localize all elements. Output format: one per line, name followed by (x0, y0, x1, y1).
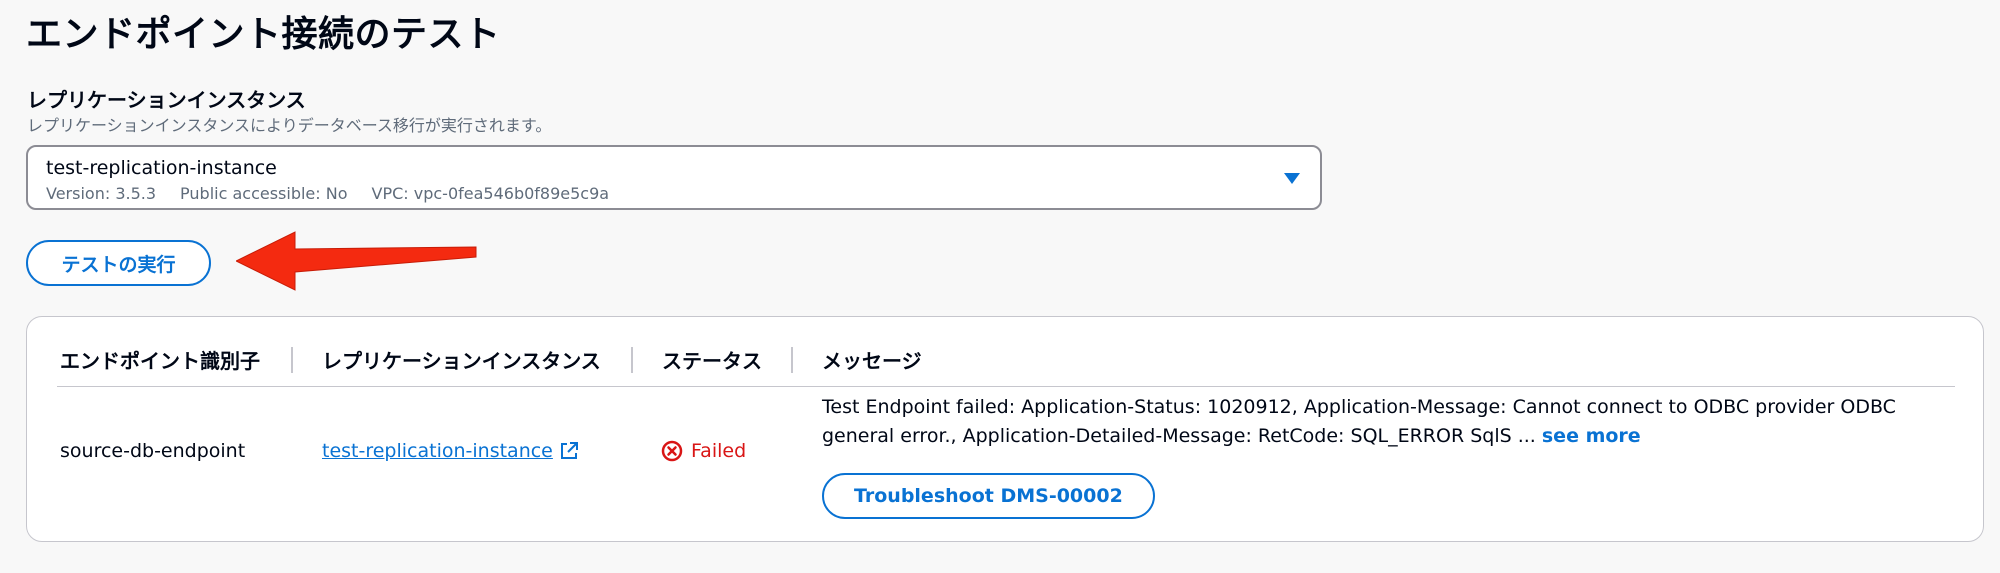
test-results-table: エンドポイント識別子 レプリケーションインスタンス ステータス メッセージ so… (26, 316, 1984, 542)
status-failed-icon (661, 440, 683, 462)
page-title: エンドポイント接続のテスト (26, 14, 501, 55)
red-arrow-left-icon (236, 231, 477, 291)
troubleshoot-button[interactable]: Troubleshoot DMS-00002 (822, 473, 1155, 519)
selected-instance-name: test-replication-instance (46, 157, 277, 179)
status-cell: Failed (661, 437, 746, 465)
column-header-endpoint-id: エンドポイント識別子 (60, 349, 260, 373)
selected-instance-meta: Version: 3.5.3 Public accessible: No VPC… (46, 183, 609, 205)
column-header-replication-instance: レプリケーションインスタンス (322, 349, 601, 373)
external-link-icon (560, 442, 578, 459)
run-test-button[interactable]: テストの実行 (26, 240, 211, 286)
caret-down-icon[interactable] (1284, 173, 1300, 184)
message-line-2-wrap: general error., Application-Detailed-Mes… (822, 422, 1952, 451)
test-endpoint-connection-page: エンドポイント接続のテスト レプリケーションインスタンス レプリケーションインス… (0, 0, 2000, 573)
replication-instance-select[interactable]: test-replication-instance Version: 3.5.3… (26, 145, 1322, 210)
replication-instance-cell: test-replication-instance (322, 437, 579, 465)
message-line-2: general error., Application-Detailed-Mes… (822, 425, 1536, 447)
replication-instance-label: レプリケーションインスタンス (27, 88, 306, 112)
replication-instance-description: レプリケーションインスタンスによりデータベース移行が実行されます。 (27, 116, 552, 135)
instance-vpc: VPC: vpc-0fea546b0f89e5c9a (371, 184, 610, 203)
column-separator[interactable] (631, 347, 633, 373)
column-separator[interactable] (291, 347, 293, 373)
column-separator[interactable] (791, 347, 793, 373)
endpoint-id-cell: source-db-endpoint (60, 440, 246, 462)
replication-instance-link-text: test-replication-instance (322, 440, 553, 462)
table-header: エンドポイント識別子 レプリケーションインスタンス ステータス メッセージ (57, 333, 1955, 387)
replication-instance-link[interactable]: test-replication-instance (322, 437, 579, 465)
see-more-link[interactable]: see more (1542, 425, 1641, 447)
status-text: Failed (691, 440, 747, 462)
message-cell: Test Endpoint failed: Application-Status… (822, 393, 1952, 519)
instance-public-accessible: Public accessible: No (180, 184, 348, 203)
column-header-status: ステータス (662, 349, 762, 373)
column-header-message: メッセージ (822, 349, 922, 373)
message-line-1: Test Endpoint failed: Application-Status… (822, 396, 1896, 418)
instance-version: Version: 3.5.3 (46, 184, 157, 203)
